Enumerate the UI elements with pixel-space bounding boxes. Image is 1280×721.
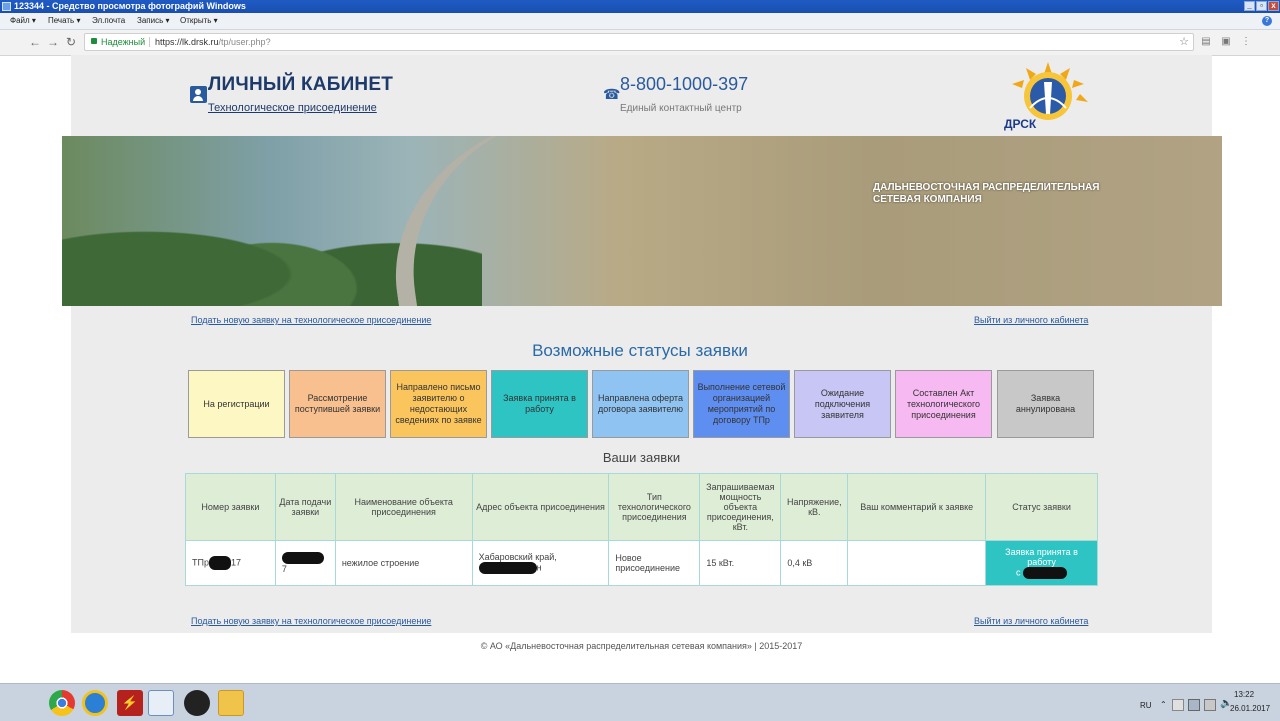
status-accepted: Заявка принята в работу <box>491 370 588 438</box>
footer-copyright: © АО «Дальневосточная распределительная … <box>480 641 803 651</box>
requests-table: Номер заявки Дата подачи заявки Наименов… <box>185 473 1098 586</box>
forward-icon[interactable]: → <box>46 35 60 49</box>
cell-voltage: 0,4 кВ <box>780 540 849 586</box>
cell-type: Новое присоединение <box>608 540 701 586</box>
ie-icon[interactable] <box>82 690 108 716</box>
cell-comment <box>847 540 987 586</box>
start-button[interactable] <box>0 688 42 718</box>
col-date: Дата подачи заявки <box>274 473 336 541</box>
url-text: https://lk.drsk.ru/tp/user.php? <box>155 37 271 47</box>
cell-status[interactable]: Заявка принята в работу с <box>985 540 1098 586</box>
menu-file[interactable]: Файл ▾ <box>10 13 36 29</box>
cabinet-title: ЛИЧНЫЙ КАБИНЕТ <box>208 74 394 95</box>
clock-time[interactable]: 13:22 <box>1234 690 1254 699</box>
col-object: Наименование объекта присоединения <box>334 473 473 541</box>
col-number: Номер заявки <box>185 473 276 541</box>
status-offer-sent: Направлена оферта договора заявителю <box>592 370 689 438</box>
photo-viewer-taskbar-icon[interactable] <box>148 690 174 716</box>
menu-print[interactable]: Печать ▾ <box>48 13 80 29</box>
requests-title: Ваши заявки <box>602 450 681 465</box>
acrobat-icon[interactable]: ⚡ <box>117 690 143 716</box>
cell-power: 15 кВт. <box>699 540 782 586</box>
status-act-drawn-up: Составлен Акт технологического присоедин… <box>895 370 992 438</box>
action-center-icon[interactable] <box>1204 699 1216 711</box>
omnibox-separator <box>149 37 150 47</box>
status-review: Рассмотрение поступившей заявки <box>289 370 386 438</box>
menu-burn[interactable]: Запись ▾ <box>137 13 170 29</box>
col-address: Адрес объекта присоединения <box>471 473 610 541</box>
svg-text:ДРСК: ДРСК <box>1004 117 1037 131</box>
col-voltage: Напряжение, кВ. <box>780 473 849 541</box>
status-missing-info: Направлено письмо заявителю о недостающи… <box>390 370 487 438</box>
user-icon <box>190 86 207 103</box>
logout-link-bottom[interactable]: Выйти из личного кабинета <box>974 616 1088 626</box>
cell-address: Хабаровский край, н <box>471 540 610 586</box>
col-status: Статус заявки <box>985 473 1098 541</box>
menu-email[interactable]: Эл.почта <box>92 13 125 29</box>
secure-label: Надежный <box>101 37 146 47</box>
menu-bar: Файл ▾ Печать ▾ Эл.почта Запись ▾ Открыт… <box>0 13 1280 30</box>
new-request-link-top[interactable]: Подать новую заявку на технологическое п… <box>191 315 431 325</box>
banner-road <box>375 136 727 306</box>
col-power: Запрашиваемая мощность объекта присоедин… <box>699 473 782 541</box>
banner-company-name: ДАЛЬНЕВОСТОЧНАЯ РАСПРЕДЕЛИТЕЛЬНАЯ СЕТЕВА… <box>873 182 1100 205</box>
browser-toolbar: ← → ↻ Надежный https://lk.drsk.ru/tp/use… <box>0 30 1280 56</box>
bookmark-star-icon[interactable]: ☆ <box>1179 34 1189 50</box>
table-row[interactable]: ТПр 17 7 нежилое строение Хабаровский кра… <box>185 540 1098 586</box>
minimize-button[interactable]: _ <box>1244 1 1255 11</box>
redaction-mark <box>1023 567 1068 579</box>
cell-date: 7 <box>274 540 336 586</box>
logout-link-top[interactable]: Выйти из личного кабинета <box>974 315 1088 325</box>
status-registration: На регистрации <box>188 370 285 438</box>
folder-icon[interactable] <box>218 690 244 716</box>
phone-caption: Единый контактный центр <box>620 103 742 114</box>
reload-icon[interactable]: ↻ <box>64 35 78 49</box>
cell-object: нежилое строение <box>334 540 473 586</box>
col-comment: Ваш комментарий к заявке <box>847 473 987 541</box>
photo-viewer-icon <box>2 2 11 11</box>
redaction-mark <box>208 556 231 570</box>
redaction-mark <box>478 562 537 574</box>
cast-icon[interactable]: ▣ <box>1220 36 1232 48</box>
language-indicator[interactable]: RU <box>1140 701 1152 710</box>
cabinet-subtitle-link[interactable]: Технологическое присоединение <box>208 102 377 114</box>
table-header-row: Номер заявки Дата подачи заявки Наименов… <box>185 473 1098 541</box>
network-icon[interactable] <box>1188 699 1200 711</box>
new-request-link-bottom[interactable]: Подать новую заявку на технологическое п… <box>191 616 431 626</box>
tray-app-icon[interactable] <box>1172 699 1184 711</box>
window-title: 123344 - Средство просмотра фотографий W… <box>14 1 246 11</box>
window-title-bar: 123344 - Средство просмотра фотографий W… <box>0 0 1280 13</box>
phone-icon: ☎ <box>603 86 621 102</box>
chrome-icon[interactable] <box>49 690 75 716</box>
cell-number[interactable]: ТПр 17 <box>185 540 276 586</box>
menu-open[interactable]: Открыть ▾ <box>180 13 218 29</box>
status-cancelled: Заявка аннулирована <box>997 370 1094 438</box>
address-bar[interactable]: Надежный https://lk.drsk.ru/tp/user.php?… <box>84 33 1194 51</box>
phone-number: 8-800-1000-397 <box>620 74 749 94</box>
status-awaiting-connection: Ожидание подключения заявителя <box>794 370 891 438</box>
hero-banner: ДАЛЬНЕВОСТОЧНАЯ РАСПРЕДЕЛИТЕЛЬНАЯ СЕТЕВА… <box>62 136 1222 306</box>
system-tray: RU ⌃ 🔈 13:22 26.01.2017 <box>1140 684 1280 721</box>
help-icon[interactable]: ? <box>1262 16 1272 26</box>
col-type: Тип технологического присоединения <box>608 473 701 541</box>
extension-icon[interactable]: ▤ <box>1200 36 1212 48</box>
maximize-button[interactable]: ▫ <box>1256 1 1267 11</box>
taskbar: ⚡ RU ⌃ 🔈 13:22 26.01.2017 <box>0 683 1280 721</box>
status-in-progress: Выполнение сетевой организацией мероприя… <box>693 370 790 438</box>
lock-icon <box>91 38 97 44</box>
drsk-logo[interactable]: ДРСК <box>1000 58 1096 132</box>
close-button[interactable]: x <box>1268 1 1279 11</box>
back-icon[interactable]: ← <box>28 35 42 49</box>
media-app-icon[interactable] <box>184 690 210 716</box>
tray-expand-icon[interactable]: ⌃ <box>1160 700 1167 709</box>
clock-date[interactable]: 26.01.2017 <box>1230 704 1270 713</box>
redaction-mark <box>281 552 324 564</box>
browser-menu-icon[interactable]: ⋮ <box>1240 36 1252 48</box>
statuses-title: Возможные статусы заявки <box>532 341 748 360</box>
